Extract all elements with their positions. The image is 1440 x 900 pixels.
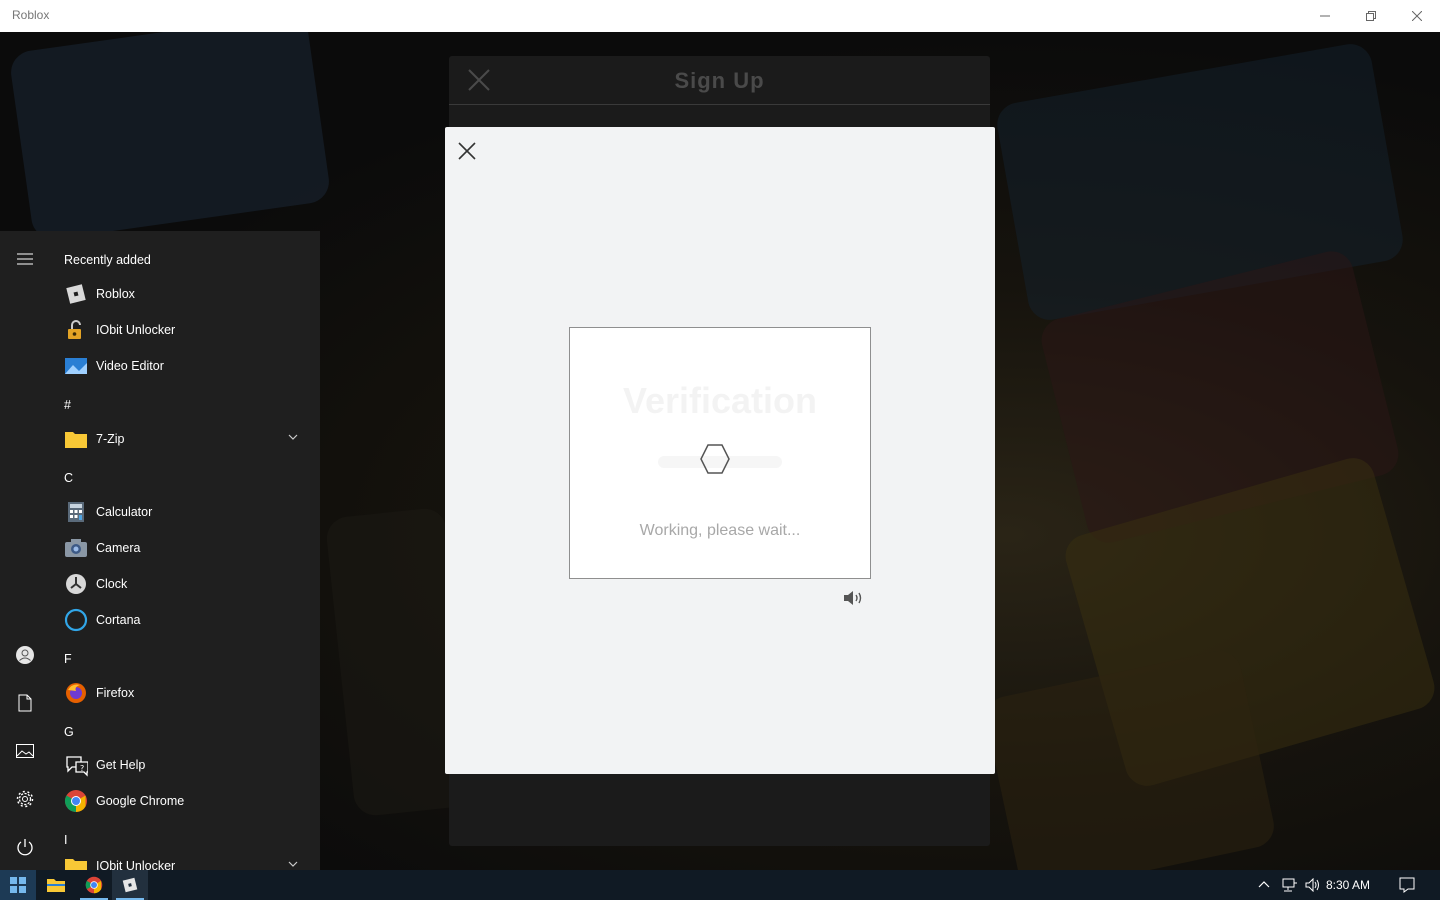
verification-heading: Verification: [622, 380, 818, 421]
captcha-modal: Verification Working, please wait...: [445, 127, 995, 774]
notifications-icon[interactable]: [1399, 877, 1415, 893]
signup-title: Sign Up: [674, 68, 765, 93]
start-button[interactable]: [0, 870, 36, 900]
app-item-label: Clock: [96, 577, 128, 591]
close-window-button[interactable]: [1394, 0, 1440, 32]
settings-button[interactable]: [13, 787, 37, 811]
start-menu: Recently added Roblox IObit Unlocker Vid…: [0, 231, 320, 870]
restore-icon: [1366, 11, 1376, 21]
app-item-label: Google Chrome: [96, 794, 185, 808]
chevron-up-icon[interactable]: [1258, 880, 1270, 888]
loading-spinner-icon: [700, 444, 730, 474]
app-folder-7zip[interactable]: 7-Zip: [64, 422, 310, 456]
user-avatar-icon: [16, 646, 34, 664]
roblox-icon: [64, 282, 88, 306]
app-item-calculator[interactable]: Calculator: [64, 495, 310, 529]
recently-added-header: Recently added: [64, 253, 151, 267]
chrome-icon: [85, 876, 103, 894]
file-explorer-icon: [47, 879, 65, 892]
taskbar-roblox[interactable]: [112, 870, 148, 900]
app-item-firefox[interactable]: Firefox: [64, 676, 310, 710]
volume-icon[interactable]: [1305, 878, 1321, 892]
section-header-f: F: [64, 652, 72, 666]
app-item-camera[interactable]: Camera: [64, 531, 310, 565]
document-icon: [18, 694, 32, 712]
power-button[interactable]: [13, 835, 37, 859]
app-item-roblox[interactable]: Roblox: [64, 277, 310, 311]
firefox-icon: [64, 681, 88, 705]
iobit-unlocker-icon: [64, 318, 88, 342]
app-item-label: IObit Unlocker: [96, 323, 176, 337]
app-item-label: Camera: [96, 541, 141, 555]
taskbar: 8:30 AM: [0, 870, 1440, 900]
section-header-g: G: [64, 725, 74, 739]
app-folder-iobit-unlocker[interactable]: IObit Unlocker: [64, 849, 310, 870]
video-editor-icon: [64, 354, 88, 378]
app-item-label: Video Editor: [96, 359, 164, 373]
taskbar-google-chrome[interactable]: [76, 870, 112, 900]
folder-icon: [64, 427, 88, 451]
section-header-c: C: [64, 471, 74, 485]
hamburger-icon: [17, 253, 33, 265]
chrome-icon: [64, 789, 88, 813]
pictures-button[interactable]: [13, 739, 37, 763]
minimize-button[interactable]: [1302, 0, 1348, 32]
app-list: Recently added Roblox IObit Unlocker Vid…: [50, 231, 320, 870]
app-item-video-editor[interactable]: Video Editor: [64, 349, 310, 383]
power-icon: [17, 839, 33, 856]
documents-button[interactable]: [13, 691, 37, 715]
section-header-hash: #: [64, 398, 71, 412]
app-item-iobit-unlocker[interactable]: IObit Unlocker: [64, 313, 310, 347]
app-item-google-chrome[interactable]: Google Chrome: [64, 784, 310, 818]
folder-icon: [64, 854, 88, 870]
app-item-label: IObit Unlocker: [96, 859, 176, 870]
app-item-get-help[interactable]: ? Get Help: [64, 748, 310, 782]
close-icon: [458, 142, 476, 160]
verification-status: Working, please wait...: [639, 522, 801, 539]
taskbar-clock[interactable]: 8:30 AM: [1326, 878, 1370, 892]
minimize-icon: [1320, 15, 1330, 17]
window-title: Roblox: [12, 8, 50, 22]
taskbar-file-explorer[interactable]: [38, 870, 74, 900]
verification-box: Verification Working, please wait...: [569, 327, 871, 579]
get-help-icon: ?: [64, 753, 88, 777]
app-item-label: Roblox: [96, 287, 135, 301]
signup-header: Sign Up: [449, 56, 990, 105]
calculator-icon: [64, 500, 88, 524]
clock-icon: [64, 572, 88, 596]
app-item-clock[interactable]: Clock: [64, 567, 310, 601]
windows-logo-icon: [10, 877, 26, 893]
audio-challenge-button[interactable]: [843, 589, 867, 609]
app-item-cortana[interactable]: Cortana: [64, 603, 310, 637]
window-titlebar: Roblox: [0, 0, 1440, 32]
roblox-icon: [122, 877, 138, 893]
svg-text:?: ?: [80, 764, 84, 773]
user-account-button[interactable]: [13, 643, 37, 667]
expand-menu-button[interactable]: [13, 247, 37, 271]
camera-icon: [64, 536, 88, 560]
captcha-close-button[interactable]: [457, 141, 477, 161]
chevron-down-icon: [288, 861, 298, 867]
app-item-label: Calculator: [96, 505, 153, 519]
start-menu-rail: [0, 231, 50, 870]
restore-button[interactable]: [1348, 0, 1394, 32]
section-header-i: I: [64, 833, 68, 847]
pictures-icon: [16, 744, 34, 758]
speaker-icon: [844, 591, 862, 605]
app-item-label: Get Help: [96, 758, 146, 772]
app-item-label: Cortana: [96, 613, 141, 627]
app-item-label: 7-Zip: [96, 432, 125, 446]
chevron-down-icon: [288, 434, 298, 440]
gear-icon: [16, 790, 34, 808]
cortana-icon: [64, 608, 88, 632]
close-icon: [1412, 11, 1422, 21]
network-icon[interactable]: [1282, 878, 1298, 892]
app-item-label: Firefox: [96, 686, 135, 700]
